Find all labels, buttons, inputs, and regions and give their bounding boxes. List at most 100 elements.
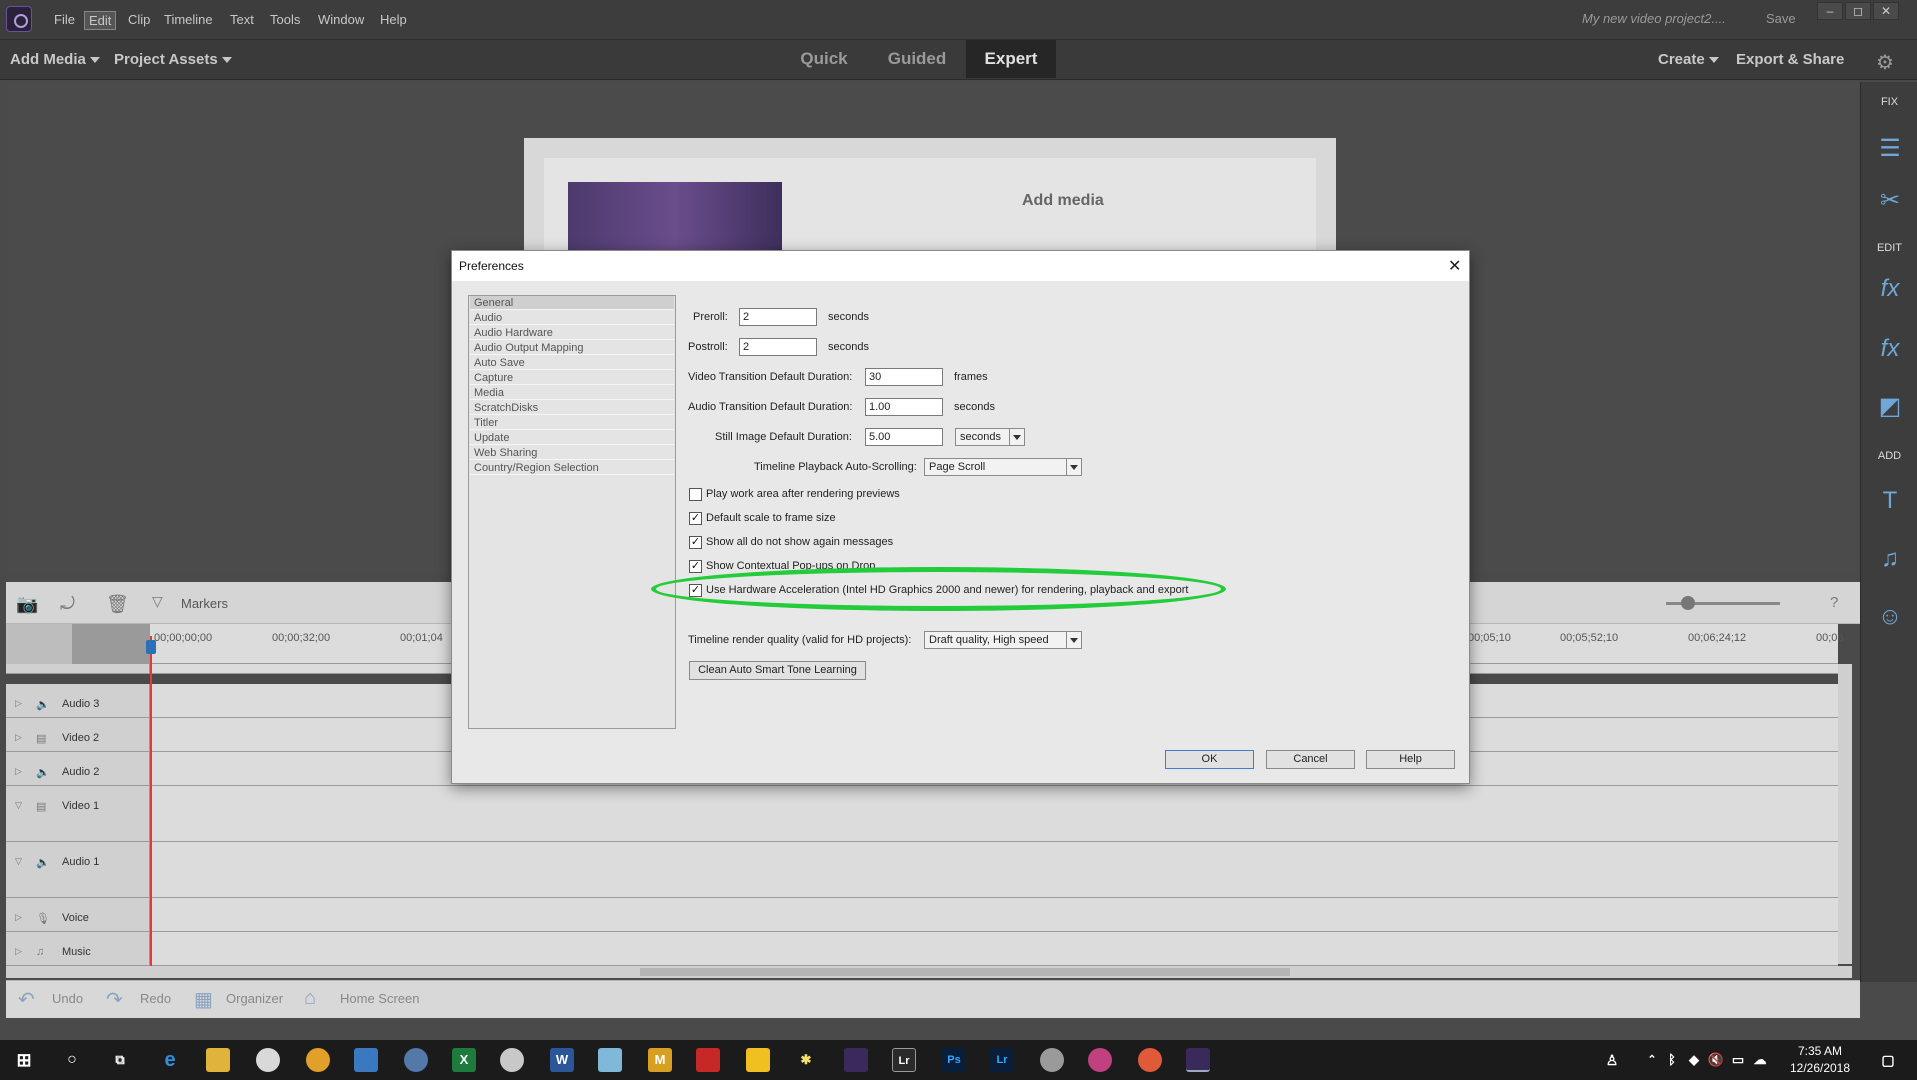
default-scale-checkbox[interactable]: ✓: [689, 512, 702, 525]
menu-timeline[interactable]: Timeline: [160, 11, 217, 28]
zoom-slider-handle[interactable]: [1681, 596, 1695, 610]
app-icon[interactable]: M: [648, 1048, 672, 1072]
collapse-arrow-icon[interactable]: ▽: [15, 856, 22, 867]
maximize-button[interactable]: ◻: [1845, 2, 1871, 20]
menu-clip[interactable]: Clip: [124, 11, 154, 28]
still-image-input[interactable]: [865, 428, 943, 446]
music-note-icon[interactable]: ♫: [36, 946, 44, 958]
organizer-icon[interactable]: ▦: [194, 987, 213, 1012]
category-capture[interactable]: Capture: [470, 371, 674, 385]
close-window-button[interactable]: ✕: [1873, 2, 1899, 20]
titles-icon[interactable]: T: [1875, 486, 1905, 516]
app-icon[interactable]: [746, 1048, 770, 1072]
help-button[interactable]: Help: [1366, 750, 1455, 769]
tools-icon[interactable]: ✂: [1875, 186, 1905, 216]
menu-tools[interactable]: Tools: [266, 11, 304, 28]
expand-arrow-icon[interactable]: ▷: [15, 698, 22, 709]
transitions-icon[interactable]: ◩: [1875, 392, 1905, 422]
preroll-input[interactable]: [739, 308, 817, 326]
app-icon[interactable]: [1040, 1048, 1064, 1072]
app-logo-icon[interactable]: [6, 6, 32, 32]
category-scratch-disks[interactable]: ScratchDisks: [470, 401, 674, 415]
collapse-arrow-icon[interactable]: ▽: [15, 800, 22, 811]
add-media-thumbnail[interactable]: [568, 182, 782, 252]
premiere-elements-icon[interactable]: [1186, 1048, 1210, 1072]
speaker-icon[interactable]: 🔈: [36, 766, 50, 779]
markers-menu[interactable]: Markers: [181, 596, 228, 611]
gear-icon[interactable]: ⚙: [1876, 50, 1894, 75]
app-icon[interactable]: [1138, 1048, 1162, 1072]
track-row[interactable]: ▷ ♫ Music: [6, 932, 1838, 966]
tab-expert[interactable]: Expert: [966, 40, 1056, 78]
scrollbar-thumb[interactable]: [640, 968, 1290, 976]
battery-icon[interactable]: ▭: [1726, 1048, 1750, 1072]
chrome-icon[interactable]: [306, 1048, 330, 1072]
home-icon[interactable]: ⌂: [304, 987, 316, 1010]
onedrive-icon[interactable]: ☁: [1748, 1048, 1772, 1072]
close-icon[interactable]: ✕: [1448, 256, 1461, 276]
playhead-handle[interactable]: [146, 640, 156, 654]
clock-time[interactable]: 7:35 AM: [1780, 1044, 1860, 1058]
audio-transition-input[interactable]: [865, 398, 943, 416]
contextual-popups-checkbox[interactable]: ✓: [689, 560, 702, 573]
app-icon[interactable]: [598, 1048, 622, 1072]
app-icon[interactable]: [844, 1048, 868, 1072]
still-image-unit-select[interactable]: seconds: [955, 428, 1025, 446]
marker-icon[interactable]: ▽: [152, 593, 163, 610]
home-screen-button[interactable]: Home Screen: [340, 991, 419, 1006]
redo-button[interactable]: Redo: [140, 991, 171, 1006]
adjust-icon[interactable]: ☰: [1875, 134, 1905, 164]
category-country-region[interactable]: Country/Region Selection: [470, 461, 674, 475]
save-button[interactable]: Save: [1766, 11, 1796, 26]
file-explorer-icon[interactable]: [206, 1048, 230, 1072]
play-work-area-checkbox[interactable]: [689, 488, 702, 501]
search-icon[interactable]: ○: [60, 1048, 84, 1072]
menu-text[interactable]: Text: [226, 11, 258, 28]
graphics-icon[interactable]: ☺: [1875, 602, 1905, 632]
show-messages-checkbox[interactable]: ✓: [689, 536, 702, 549]
ok-button[interactable]: OK: [1165, 750, 1254, 769]
help-icon[interactable]: ?: [1830, 594, 1838, 611]
edge-icon[interactable]: e: [158, 1048, 182, 1072]
effects-icon[interactable]: fx: [1875, 334, 1905, 364]
track-row[interactable]: ▷ 🎙 Voice: [6, 898, 1838, 932]
menu-window[interactable]: Window: [314, 11, 368, 28]
lightroom-icon[interactable]: Lr: [892, 1048, 916, 1072]
app-icon[interactable]: [500, 1048, 524, 1072]
camera-icon[interactable]: 📷: [16, 594, 38, 615]
category-media[interactable]: Media: [470, 386, 674, 400]
category-audio-output-mapping[interactable]: Audio Output Mapping: [470, 341, 674, 355]
autoscroll-select[interactable]: Page Scroll: [924, 458, 1082, 476]
volume-icon[interactable]: 🔇: [1704, 1048, 1728, 1072]
category-auto-save[interactable]: Auto Save: [470, 356, 674, 370]
menu-file[interactable]: File: [50, 11, 79, 28]
dropbox-icon[interactable]: ◆: [1682, 1048, 1706, 1072]
category-web-sharing[interactable]: Web Sharing: [470, 446, 674, 460]
app-icon[interactable]: [404, 1048, 428, 1072]
app-icon[interactable]: [1088, 1048, 1112, 1072]
word-icon[interactable]: W: [550, 1048, 574, 1072]
tab-guided[interactable]: Guided: [874, 40, 960, 78]
add-media-menu[interactable]: Add Media: [10, 51, 100, 68]
tab-quick[interactable]: Quick: [784, 40, 864, 78]
people-icon[interactable]: ♙: [1600, 1048, 1624, 1072]
expand-arrow-icon[interactable]: ▷: [15, 766, 22, 777]
postroll-input[interactable]: [739, 338, 817, 356]
category-update[interactable]: Update: [470, 431, 674, 445]
undo-icon[interactable]: ↶: [18, 987, 35, 1012]
redo-icon[interactable]: ↷: [106, 987, 123, 1012]
rotate-icon[interactable]: ⤾: [60, 594, 75, 615]
speaker-icon[interactable]: 🔈: [36, 856, 50, 869]
trash-icon[interactable]: 🗑: [106, 594, 129, 615]
photoshop-icon[interactable]: Ps: [942, 1048, 966, 1072]
excel-icon[interactable]: X: [452, 1048, 476, 1072]
film-icon[interactable]: ▤: [36, 732, 46, 745]
category-titler[interactable]: Titler: [470, 416, 674, 430]
undo-button[interactable]: Undo: [52, 991, 83, 1006]
timeline-vertical-scrollbar[interactable]: [1838, 664, 1852, 964]
clock-date[interactable]: 12/26/2018: [1780, 1061, 1860, 1075]
app-icon[interactable]: ✱: [794, 1048, 818, 1072]
microphone-icon[interactable]: 🎙: [36, 912, 50, 925]
task-view-icon[interactable]: ⧉: [108, 1048, 132, 1072]
audio-mixer-toggle[interactable]: [72, 624, 150, 664]
